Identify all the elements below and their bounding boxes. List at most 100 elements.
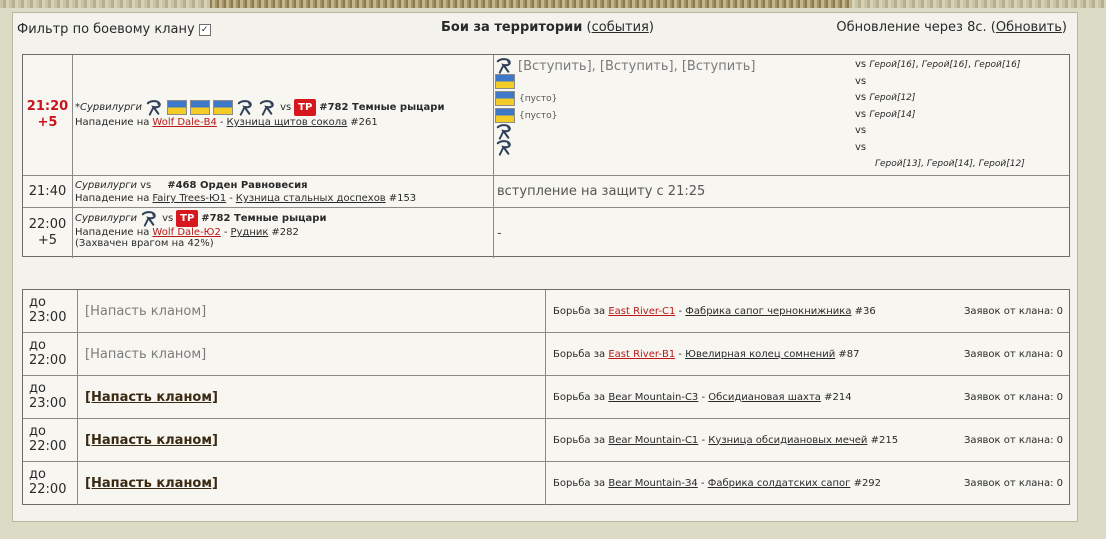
battle-time: 21:20	[26, 99, 69, 114]
battle-time-cell: 21:20 +5	[23, 55, 73, 175]
hero-name: Герой[16]	[921, 60, 968, 70]
attack-prefix: Нападение на	[75, 193, 150, 204]
building-link[interactable]: Фабрика солдатских сапог	[708, 478, 851, 489]
building-link[interactable]: Кузница обсидиановых мечей	[708, 435, 867, 446]
attack-clan-button[interactable]: [Напасть кланом]	[79, 290, 546, 332]
building-number: #282	[271, 227, 299, 238]
attack-target-info: Борьба за Bear Mountain-С3 - Обсидианова…	[553, 391, 1063, 403]
capture-status: (Захвачен врагом на 42%)	[75, 238, 214, 249]
clan-filter-checkbox[interactable]: ✓	[198, 23, 211, 36]
bird-emblem-icon	[495, 58, 514, 74]
refresh-link[interactable]: Обновить	[996, 20, 1062, 35]
battle-sides: Сурвилурги vs #468 Орден Равновесия	[75, 178, 491, 193]
attack-target-info: Борьба за East River-С1 - Фабрика сапог …	[553, 305, 1063, 317]
battle-participants-cell: [Вступить], [Вступить], [Вступить] {пуст…	[495, 55, 1069, 175]
clan-filter: Фильтр по боевому клану ✓	[17, 22, 211, 37]
battle-time-cell: 21:40	[23, 176, 73, 207]
battle-participants-cell: -	[495, 208, 1069, 258]
territory-link[interactable]: Wolf Dale-В4	[152, 117, 217, 128]
vs-row: vs Герой[14]	[855, 109, 916, 120]
participants-empty: -	[497, 225, 502, 241]
attack-clan-button[interactable]: [Напасть кланом]	[79, 333, 546, 375]
reserve-heroes: Герой[13], Герой[14], Герой[12]	[875, 159, 1025, 169]
territory-link[interactable]: East River-В1	[608, 349, 675, 360]
battle-time-extra: +5	[37, 233, 58, 248]
battle-time: 22:00	[28, 217, 67, 232]
clan-requests-count: Заявок от клана: 0	[963, 478, 1063, 489]
blue-yellow-flag-icon	[190, 100, 211, 115]
blue-yellow-flag-icon	[213, 100, 234, 115]
slot: {пусто}	[495, 91, 557, 106]
defender-clan: #782 Темные рыцари	[319, 102, 445, 113]
events-link[interactable]: события	[592, 20, 649, 35]
attack-deadline: до 22:00	[23, 419, 78, 461]
slot: {пусто}	[495, 108, 557, 123]
clan-requests-count: Заявок от клана: 0	[963, 305, 1063, 317]
battle-sides: Сурвилурги vs TP #782 Темные рыцари	[75, 210, 491, 227]
attack-target-info: Борьба за East River-В1 - Ювелирная коле…	[553, 348, 1063, 360]
hero-name: Герой[14]	[869, 110, 916, 120]
blue-yellow-flag-icon	[495, 74, 515, 89]
attack-row: до 22:00 [Напасть кланом] Борьба за East …	[23, 333, 1069, 376]
separator: -	[219, 117, 224, 128]
territory-link[interactable]: Bear Mountain-С3	[608, 392, 698, 403]
join-buttons[interactable]: [Вступить], [Вступить], [Вступить]	[518, 59, 756, 74]
territory-link[interactable]: Fairy Trees-Ю1	[152, 193, 226, 204]
battle-time: 21:40	[28, 183, 67, 199]
building-link[interactable]: Обсидиановая шахта	[708, 392, 821, 403]
defender-clan: #468 Орден Равновесия	[167, 180, 308, 191]
bird-emblem-icon	[140, 211, 159, 227]
territory-link[interactable]: Wolf Dale-Ю2	[152, 227, 220, 238]
hero-name: Герой[16]	[869, 60, 916, 70]
empty-slot: {пусто}	[519, 110, 558, 121]
attack-clan-button[interactable]: [Напасть кланом]	[79, 419, 546, 461]
update-status: Обновление через 8с. (Обновить)	[836, 20, 1067, 35]
attack-deadline: до 23:00	[23, 290, 78, 332]
attack-deadline: до 22:00	[23, 462, 78, 505]
slot	[495, 140, 514, 156]
clan-requests-count: Заявок от клана: 0	[963, 348, 1063, 360]
attack-row: до 22:00 [Напасть кланом] Борьба за Bear …	[23, 462, 1069, 505]
attacker-clan: *Сурвилурги	[75, 102, 143, 113]
slot	[495, 124, 514, 140]
attack-target: Нападение на Wolf Dale-В4 - Кузница щито…	[75, 117, 491, 128]
vs-row: vs Герой[16], Герой[16], Герой[16]	[855, 59, 1021, 70]
battle-time-extra: +5	[37, 115, 58, 130]
attack-target: Нападение на Wolf Dale-Ю2 - Рудник #282	[75, 227, 491, 238]
join-slot: [Вступить], [Вступить], [Вступить]	[495, 58, 756, 74]
building-link[interactable]: Фабрика сапог чернокнижника	[685, 306, 851, 317]
vs-label: vs	[280, 102, 292, 113]
battle-info-cell: Сурвилурги vs #468 Орден Равновесия Напа…	[73, 176, 494, 207]
building-link[interactable]: Кузница щитов сокола	[227, 117, 348, 128]
attack-target: Нападение на Fairy Trees-Ю1 - Кузница ст…	[75, 193, 491, 204]
building-link[interactable]: Кузница стальных доспехов	[236, 193, 386, 204]
territory-link[interactable]: Bear Mountain-З4	[608, 478, 697, 489]
attacker-clan: Сурвилурги	[75, 213, 138, 224]
clan-requests-count: Заявок от клана: 0	[963, 434, 1063, 446]
vs-row: vs Герой[12]	[855, 92, 916, 103]
building-link[interactable]: Ювелирная колец сомнений	[685, 349, 835, 360]
bird-emblem-icon	[236, 100, 255, 116]
defense-join-info: вступление на защиту с 21:25	[497, 184, 706, 199]
territory-link[interactable]: Bear Mountain-С1	[608, 435, 698, 446]
battle-info-cell: *Сурвилурги vs TP #782 Темные рыцари Нап…	[73, 55, 494, 175]
tp-emblem-icon: TP	[294, 99, 317, 116]
attack-deadline: до 23:00	[23, 376, 78, 418]
territory-link[interactable]: East River-С1	[608, 306, 675, 317]
attack-deadline: до 22:00	[23, 333, 78, 375]
battle-row: 21:20 +5 *Сурвилурги vs TP #782 Темные р…	[23, 55, 1069, 176]
vs-row: vs	[855, 142, 867, 153]
tp-emblem-icon: TP	[176, 210, 199, 227]
building-number: #153	[388, 193, 417, 204]
building-link[interactable]: Рудник	[230, 227, 268, 238]
attack-clan-button[interactable]: [Напасть кланом]	[79, 376, 546, 418]
slot	[495, 74, 515, 89]
attack-clan-button[interactable]: [Напасть кланом]	[79, 462, 546, 505]
attack-target-info: Борьба за Bear Mountain-С1 - Кузница обс…	[553, 434, 1063, 446]
clan-attack-table: до 23:00 [Напасть кланом] Борьба за East …	[22, 289, 1070, 505]
bird-emblem-icon	[495, 124, 514, 140]
top-decor-band	[0, 0, 1106, 8]
vs-row: vs	[855, 125, 867, 136]
attack-row: до 22:00 [Напасть кланом] Борьба за Bear …	[23, 419, 1069, 462]
bird-emblem-icon	[145, 100, 164, 116]
